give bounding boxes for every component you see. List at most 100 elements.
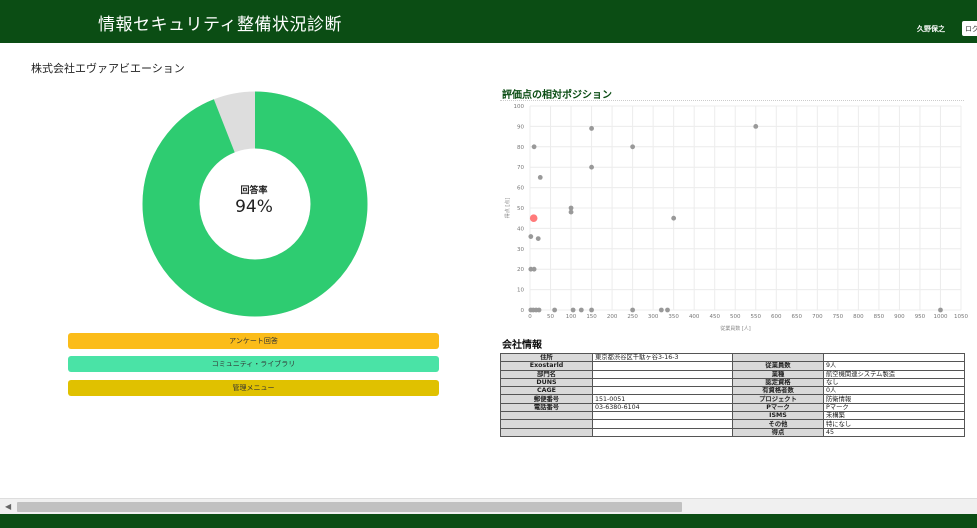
y-tick-label: 60	[517, 186, 524, 192]
table-row: 得点 45	[500, 427, 965, 437]
info-label-cell: 部門名	[500, 369, 593, 379]
data-point	[630, 144, 636, 150]
x-tick-label: 600	[771, 314, 782, 320]
table-row: Exostarld 従業員数 9人	[500, 361, 965, 371]
logout-button[interactable]: ログ	[962, 21, 977, 36]
y-tick-label: 80	[517, 145, 524, 151]
info-label-cell: Pマーク	[732, 402, 824, 413]
info-value-cell: 0人	[823, 386, 965, 396]
x-axis-label: 従業員数 [人]	[720, 325, 751, 332]
info-label-cell: 有資格者数	[732, 386, 824, 396]
user-name: 久野保之	[917, 25, 945, 33]
y-tick-label: 50	[517, 206, 524, 212]
info-label-cell: プロジェクト	[732, 394, 824, 404]
info-value-cell	[592, 361, 733, 371]
y-tick-label: 20	[517, 267, 524, 273]
data-point	[535, 236, 541, 242]
info-value-cell: 東京都渋谷区千駄ヶ谷3-16-3	[592, 352, 733, 363]
info-label-cell	[500, 411, 593, 421]
info-value-cell	[592, 427, 733, 437]
data-point	[531, 144, 537, 150]
info-value-cell	[823, 352, 965, 363]
table-row: 住所 東京都渋谷区千駄ヶ谷3-16-3	[500, 352, 965, 363]
highlight-point	[529, 214, 538, 222]
x-tick-label: 500	[730, 314, 741, 320]
info-label-cell: 電話番号	[500, 402, 593, 413]
admin-menu-button[interactable]: 管理メニュー	[68, 380, 439, 396]
data-point	[568, 205, 574, 211]
data-point	[938, 307, 943, 313]
data-point	[753, 124, 759, 129]
x-tick-label: 800	[853, 314, 864, 320]
x-tick-label: 850	[874, 314, 885, 320]
x-tick-label: 0	[528, 314, 532, 320]
data-point	[528, 234, 534, 239]
x-tick-label: 200	[607, 314, 618, 320]
x-tick-label: 550	[751, 314, 762, 320]
info-value-cell: 特になし	[823, 419, 965, 429]
info-label-cell: 得点	[732, 427, 824, 437]
info-value-cell	[592, 377, 733, 388]
table-row: 電話番号 03-6380-6104 Pマーク Pマーク	[500, 402, 965, 413]
info-label-cell: 住所	[500, 352, 593, 363]
x-tick-label: 700	[812, 314, 823, 320]
info-value-cell: なし	[823, 377, 965, 388]
x-tick-label: 100	[566, 314, 577, 320]
data-point	[531, 266, 537, 272]
x-tick-label: 650	[792, 314, 803, 320]
data-point	[589, 164, 594, 170]
info-label-cell: その他	[732, 419, 824, 429]
company-info-table: 住所 東京都渋谷区千駄ヶ谷3-16-3 Exostarld 従業員数 9人 部門名 業種 航空…	[500, 352, 965, 437]
community-library-button[interactable]: コミュニティ・ライブラリ	[68, 356, 439, 372]
company-name: 株式会社エヴァアビエーション	[31, 62, 185, 75]
y-tick-label: 0	[521, 308, 525, 314]
data-point	[537, 175, 543, 180]
table-row: 部門名 業種 航空機関連システム製造	[500, 369, 965, 379]
scrollbar-thumb[interactable]	[17, 502, 682, 512]
data-point	[570, 307, 576, 313]
table-row: CAGE 有資格者数 0人	[500, 386, 965, 396]
info-label-cell: CAGE	[500, 386, 593, 396]
app-title: 情報セキュリティ整備状況診断	[98, 15, 342, 35]
info-label-cell	[500, 427, 593, 437]
horizontal-scrollbar[interactable]: ◀	[0, 498, 977, 514]
y-tick-label: 90	[517, 124, 524, 130]
table-row: 郵便番号 151-0051 プロジェクト 防衛情報	[500, 394, 965, 404]
x-tick-label: 350	[668, 314, 679, 320]
info-value-cell: 151-0051	[592, 394, 733, 404]
chart-title: 評価点の相対ポジション	[502, 90, 612, 101]
x-tick-label: 1050	[954, 314, 968, 320]
data-point	[630, 307, 636, 313]
company-info-title: 会社情報	[502, 340, 542, 351]
info-value-cell: 45	[823, 427, 965, 437]
data-point	[658, 307, 664, 313]
data-point	[589, 126, 594, 131]
info-label-cell	[500, 419, 593, 429]
y-axis-label: 得点 [点]	[504, 198, 511, 219]
x-tick-label: 300	[648, 314, 659, 320]
y-tick-label: 30	[517, 247, 524, 253]
position-scatter-chart: 0 50 100 150 200 250 300 350 400 450 500 550 600 650 7…	[504, 104, 968, 332]
data-point	[552, 307, 558, 313]
info-value-cell	[592, 369, 733, 379]
info-value-cell: Pマーク	[823, 402, 965, 413]
y-tick-label: 40	[517, 226, 524, 232]
x-tick-label: 950	[915, 314, 926, 320]
x-tick-label: 400	[689, 314, 700, 320]
info-value-cell	[592, 411, 733, 421]
response-rate-label: 回答率	[240, 186, 268, 196]
info-value-cell: 未構築	[823, 411, 965, 421]
survey-button[interactable]: アンケート回答	[68, 333, 439, 349]
info-label-cell	[732, 352, 824, 363]
data-point	[589, 307, 594, 313]
info-value-cell: 防衛情報	[823, 394, 965, 404]
info-label-cell: ISMS	[732, 411, 824, 421]
x-tick-label: 250	[627, 314, 638, 320]
data-point	[536, 307, 542, 313]
info-label-cell: 認定資格	[732, 377, 824, 388]
info-label-cell: 郵便番号	[500, 394, 593, 404]
info-label-cell: 従業員数	[732, 361, 824, 371]
app-header: 情報セキュリティ整備状況診断 久野保之 ログ	[0, 0, 977, 43]
scroll-left-arrow-icon[interactable]: ◀	[5, 502, 11, 511]
info-value-cell	[592, 386, 733, 396]
